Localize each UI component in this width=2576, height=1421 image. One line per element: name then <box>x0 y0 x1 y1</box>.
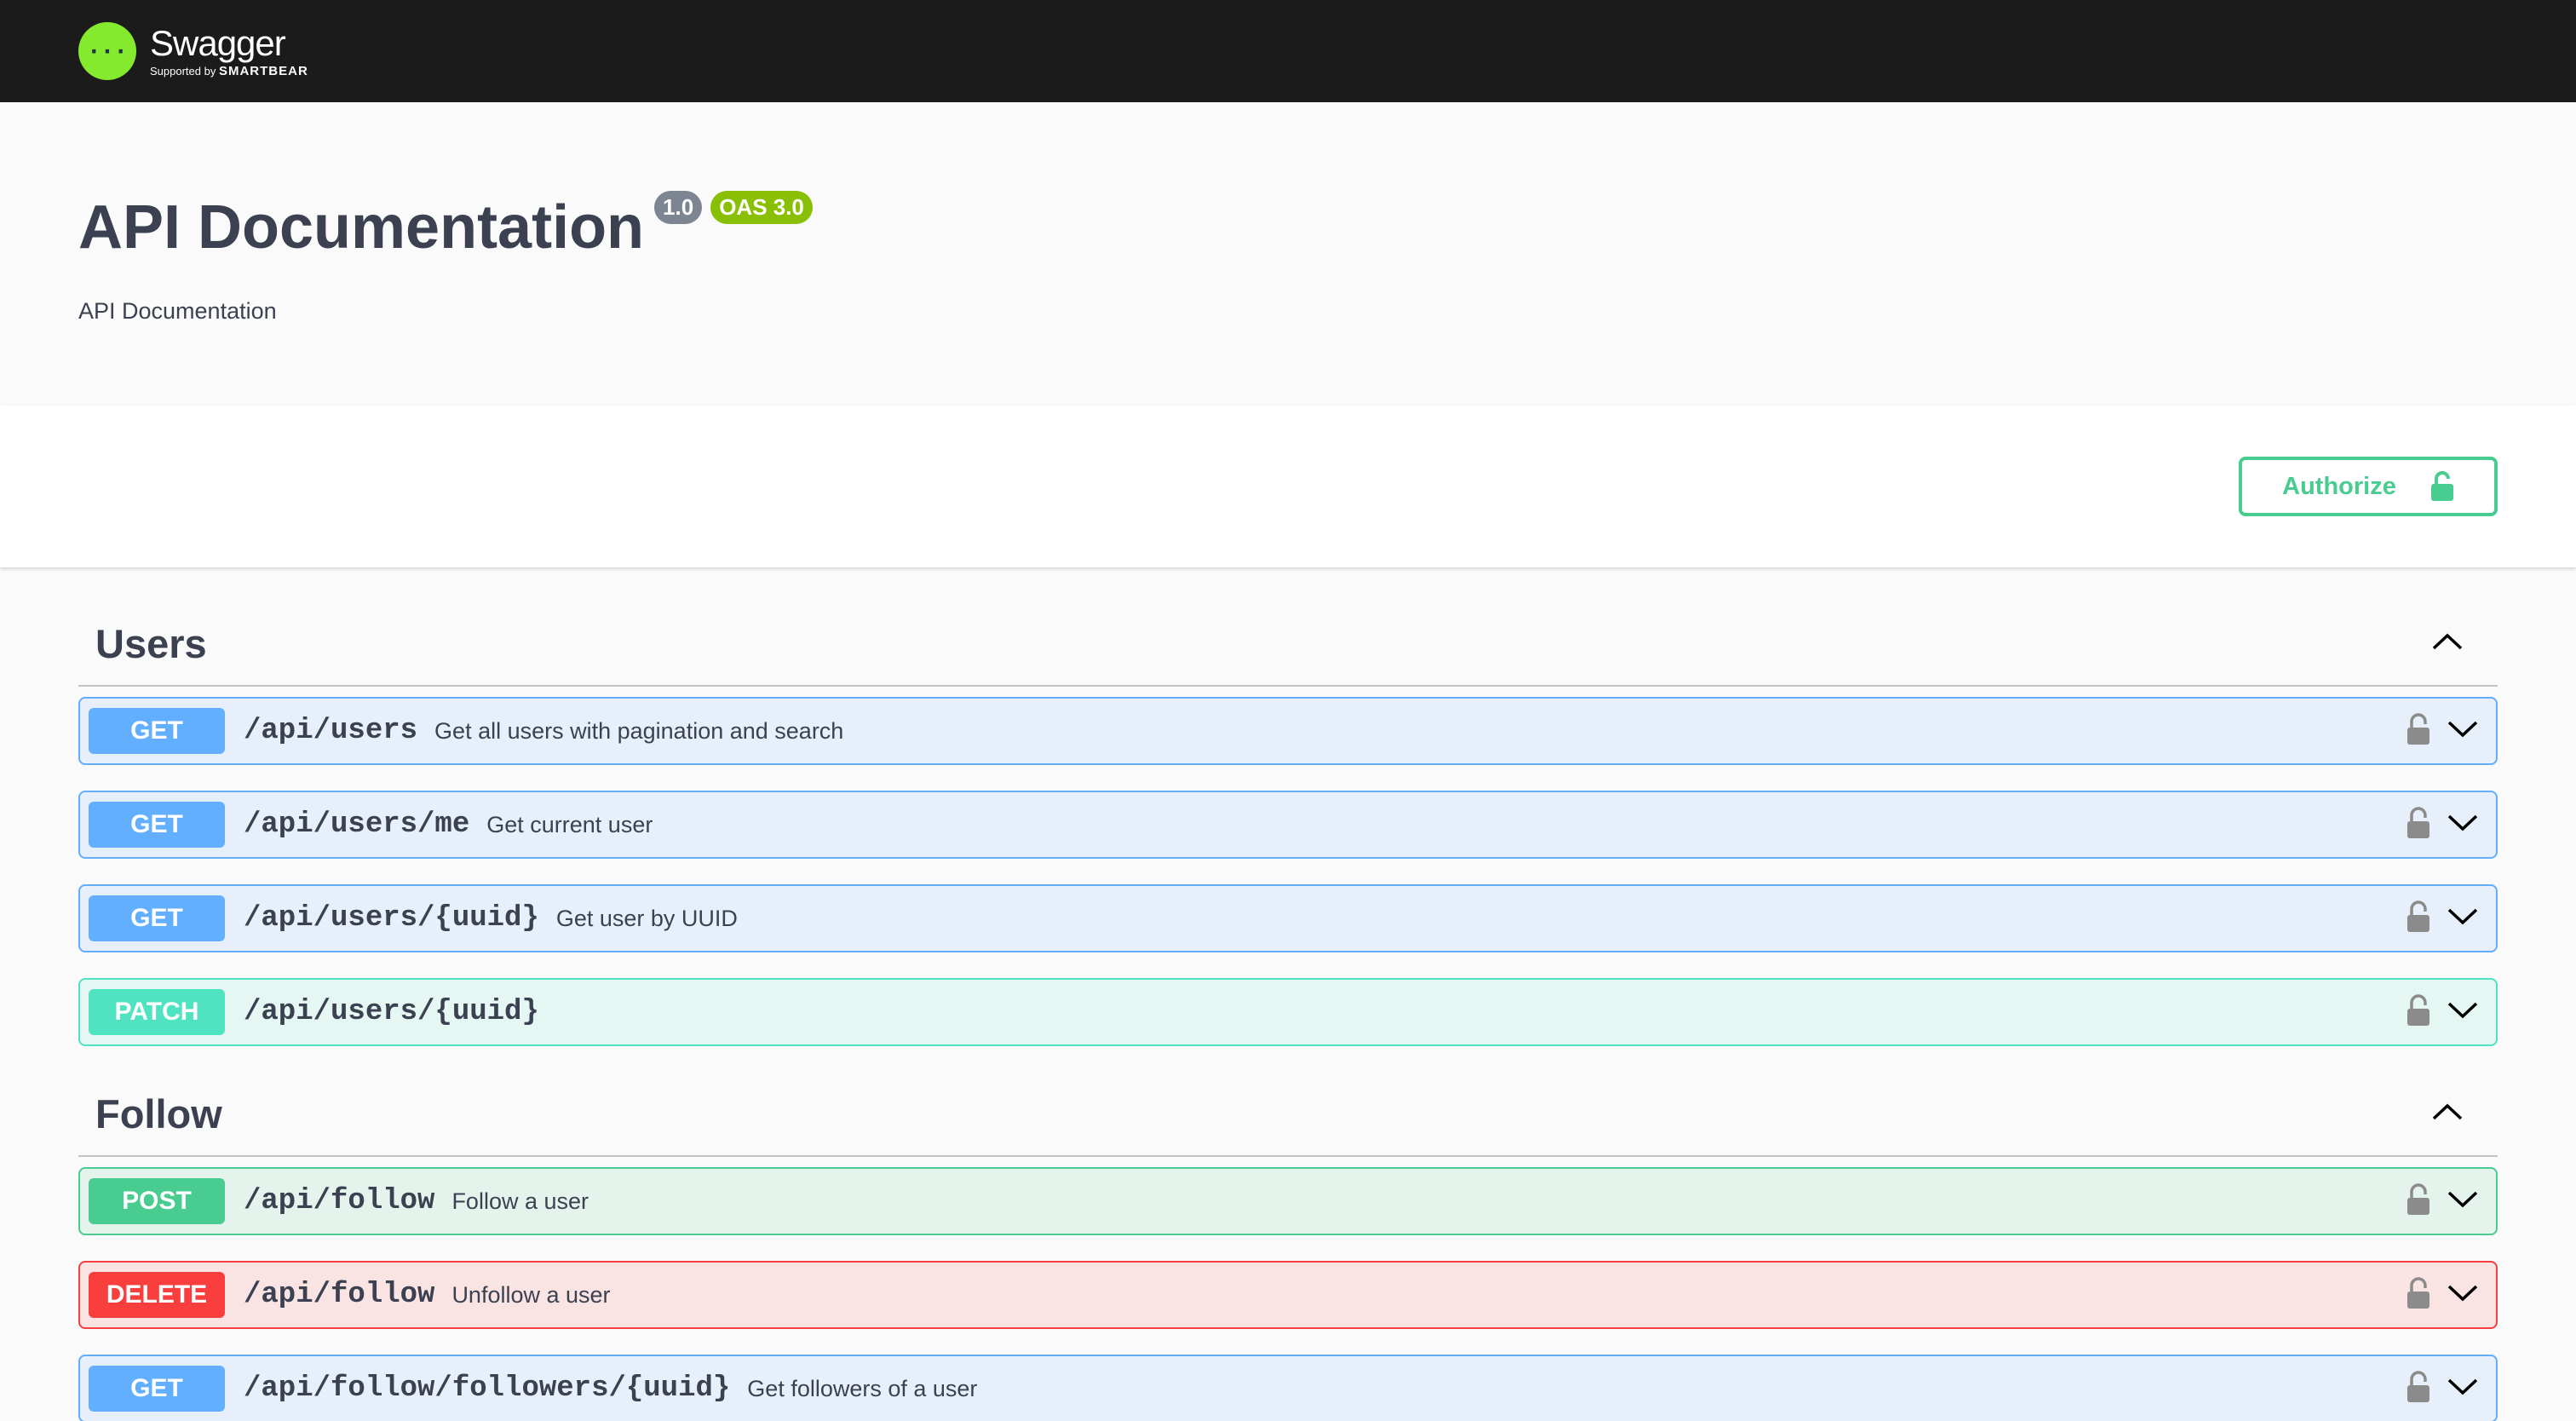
chevron-down-icon[interactable] <box>2447 1283 2479 1308</box>
operation-path: /api/users/{uuid} <box>244 996 539 1028</box>
tag-header-follow[interactable]: Follow <box>78 1072 2498 1157</box>
operation-delete-row[interactable]: DELETE/api/follow Unfollow a user <box>78 1261 2498 1329</box>
lock-icon[interactable] <box>2406 900 2431 937</box>
operation-patch-row[interactable]: PATCH/api/users/{uuid} <box>78 978 2498 1046</box>
chevron-down-icon[interactable] <box>2447 1377 2479 1401</box>
lock-icon[interactable] <box>2406 1182 2431 1220</box>
lock-icon[interactable] <box>2406 1276 2431 1314</box>
lock-icon[interactable] <box>2406 993 2431 1031</box>
lock-icon[interactable] <box>2406 806 2431 843</box>
method-badge: POST <box>89 1178 225 1224</box>
operation-summary: Get user by UUID <box>555 905 738 931</box>
operation-path: /api/users/me <box>244 808 470 841</box>
operation-get-row[interactable]: GET/api/users Get all users with paginati… <box>78 697 2498 765</box>
tag-name: Follow <box>95 1090 222 1136</box>
operation-post-row[interactable]: POST/api/follow Follow a user <box>78 1167 2498 1235</box>
operation-summary: Follow a user <box>451 1188 589 1214</box>
operation-get-row[interactable]: GET/api/users/{uuid} Get user by UUID <box>78 884 2498 952</box>
lock-icon[interactable] <box>2406 1370 2431 1407</box>
operation-path: /api/users <box>244 715 418 747</box>
swagger-logo[interactable]: {···} Swagger Supported by SMARTBEAR <box>78 22 308 80</box>
topbar: {···} Swagger Supported by SMARTBEAR <box>0 0 2576 102</box>
svg-text:{···}: {···} <box>89 39 126 65</box>
operation-get-row[interactable]: GET/api/follow/followers/{uuid} Get follo… <box>78 1355 2498 1421</box>
logo-subtitle: Supported by SMARTBEAR <box>150 64 308 78</box>
operation-path: /api/follow <box>244 1279 435 1311</box>
operation-summary: Get all users with pagination and search <box>434 717 844 744</box>
tag-section-follow: Follow POST/api/follow Follow a user DELETE… <box>78 1072 2498 1421</box>
method-badge: GET <box>89 1366 225 1412</box>
lock-icon[interactable] <box>2406 712 2431 750</box>
version-badge: 1.0 <box>654 191 703 224</box>
operations-container: Users GET/api/users Get all users with pag… <box>0 567 2576 1421</box>
chevron-down-icon[interactable] <box>2447 1189 2479 1214</box>
tag-section-users: Users GET/api/users Get all users with pag… <box>78 601 2498 1046</box>
chevron-down-icon[interactable] <box>2447 813 2479 837</box>
scheme-container: Authorize <box>0 406 2576 567</box>
swagger-logo-icon: {···} <box>78 22 136 80</box>
chevron-down-icon[interactable] <box>2447 1000 2479 1025</box>
chevron-up-icon[interactable] <box>2431 1102 2464 1126</box>
operation-path: /api/follow <box>244 1185 435 1217</box>
tag-name: Users <box>95 620 207 666</box>
chevron-down-icon[interactable] <box>2447 906 2479 931</box>
unlocked-icon <box>2430 471 2453 501</box>
oas-badge: OAS 3.0 <box>710 191 813 224</box>
tag-header-users[interactable]: Users <box>78 601 2498 687</box>
operation-summary: Get followers of a user <box>747 1375 978 1401</box>
page-title: API Documentation <box>78 193 645 262</box>
chevron-down-icon[interactable] <box>2447 719 2479 744</box>
chevron-up-icon[interactable] <box>2431 631 2464 656</box>
operation-summary: Unfollow a user <box>451 1281 611 1308</box>
info-section: API Documentation 1.0 OAS 3.0 API Docume… <box>0 102 2576 406</box>
authorize-button[interactable]: Authorize <box>2239 457 2498 516</box>
api-description: API Documentation <box>78 298 277 324</box>
operation-get-row[interactable]: GET/api/users/me Get current user <box>78 791 2498 859</box>
operation-summary: Get current user <box>486 811 653 837</box>
operation-path: /api/users/{uuid} <box>244 902 539 935</box>
method-badge: GET <box>89 802 225 848</box>
method-badge: PATCH <box>89 989 225 1035</box>
logo-name: Swagger <box>150 23 286 63</box>
authorize-label: Authorize <box>2282 472 2396 500</box>
method-badge: DELETE <box>89 1272 225 1318</box>
method-badge: GET <box>89 895 225 941</box>
operation-path: /api/follow/followers/{uuid} <box>244 1372 731 1405</box>
method-badge: GET <box>89 708 225 754</box>
